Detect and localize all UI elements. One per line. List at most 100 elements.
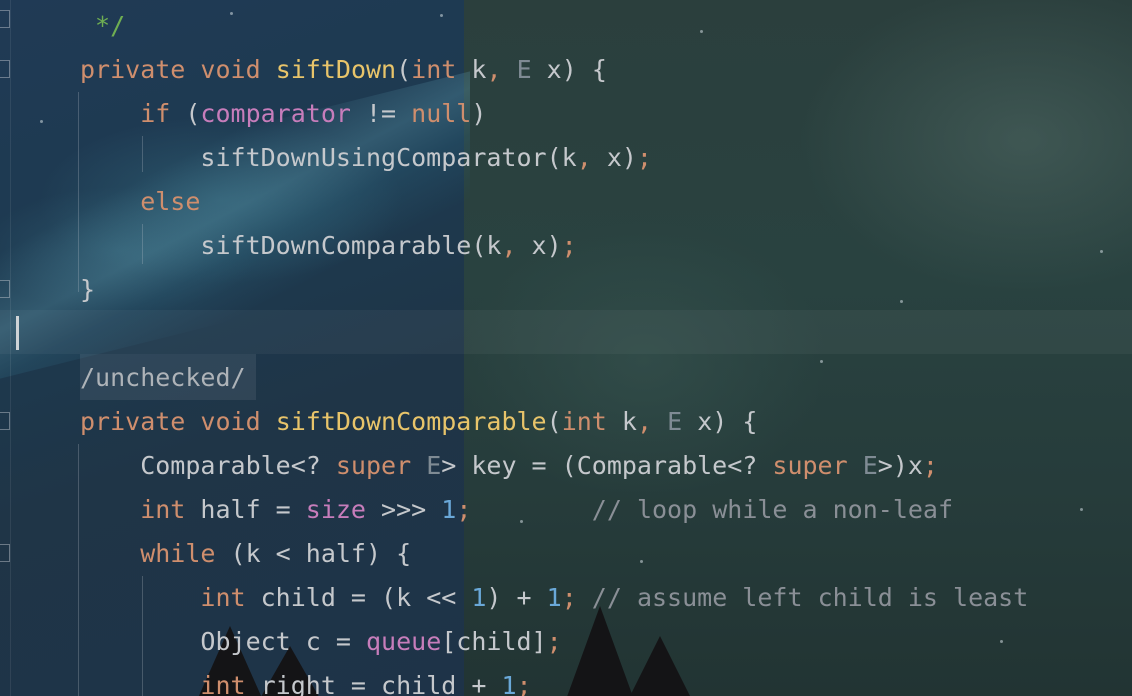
indent-guide xyxy=(78,444,79,696)
code-token: k xyxy=(621,407,637,436)
code-line[interactable]: /unchecked/ xyxy=(80,356,246,400)
code-token: ; xyxy=(922,451,938,480)
code-token: (k < half) { xyxy=(230,539,412,568)
star xyxy=(820,360,823,363)
code-line[interactable]: private void siftDownComparable(int k, E… xyxy=(80,400,757,444)
text-caret xyxy=(16,316,19,350)
code-token: void xyxy=(200,55,276,84)
code-token: ) xyxy=(471,99,487,128)
code-token: E xyxy=(426,451,442,480)
code-token: ) + xyxy=(486,583,547,612)
code-token: */ xyxy=(80,11,126,40)
code-token: comparator xyxy=(200,99,351,128)
code-token: super xyxy=(772,451,863,480)
code-token: x) xyxy=(531,231,562,260)
code-token: // loop while a non-leaf xyxy=(471,495,954,524)
code-token: != xyxy=(350,99,412,128)
code-token: E xyxy=(862,451,878,480)
code-token: , xyxy=(501,231,532,260)
star xyxy=(1000,640,1003,643)
code-token: , xyxy=(486,55,517,84)
code-line[interactable]: private void siftDown(int k, E x) { xyxy=(80,48,607,92)
code-token: k xyxy=(471,55,487,84)
code-token: siftDownUsingComparator(k xyxy=(80,143,577,172)
code-token: /unchecked/ xyxy=(80,363,246,392)
fold-marker-icon[interactable] xyxy=(0,544,10,562)
code-token: ( xyxy=(185,99,201,128)
fold-marker-icon[interactable] xyxy=(0,412,10,430)
star xyxy=(640,560,643,563)
star xyxy=(440,14,443,17)
code-token: void xyxy=(200,407,276,436)
code-token: int xyxy=(411,55,472,84)
code-token: ; xyxy=(456,495,472,524)
code-token: if xyxy=(80,99,186,128)
code-line[interactable]: */ xyxy=(80,4,125,48)
code-token: null xyxy=(411,99,472,128)
code-token: siftDownComparable(k xyxy=(80,231,502,260)
code-token: >>> xyxy=(366,495,442,524)
code-token: 1 xyxy=(471,583,487,612)
code-token: ; xyxy=(516,671,532,696)
code-token: else xyxy=(80,187,201,216)
code-line[interactable]: siftDownUsingComparator(k, x); xyxy=(80,136,652,180)
current-line-highlight xyxy=(0,310,1132,354)
code-line[interactable]: int right = child + 1; xyxy=(80,664,532,696)
code-token: ; xyxy=(546,627,562,656)
code-token: while xyxy=(80,539,231,568)
code-line[interactable]: } xyxy=(80,268,95,312)
code-token: siftDown xyxy=(275,55,397,84)
code-token: int xyxy=(80,583,261,612)
code-line[interactable]: else xyxy=(80,180,200,224)
code-token: x) { xyxy=(697,407,758,436)
star xyxy=(230,12,233,15)
code-line[interactable]: siftDownComparable(k, x); xyxy=(80,224,577,268)
code-editor[interactable]: */private void siftDown(int k, E x) { if… xyxy=(0,0,1132,696)
code-token: 1 xyxy=(501,671,517,696)
code-line[interactable]: int half = size >>> 1; // loop while a n… xyxy=(80,488,953,532)
code-line[interactable]: Object c = queue[child]; xyxy=(80,620,562,664)
code-token: private xyxy=(80,55,201,84)
fold-marker-icon[interactable] xyxy=(0,10,10,28)
code-token: int xyxy=(80,495,201,524)
star xyxy=(700,30,703,33)
wallpaper-spike xyxy=(620,636,700,696)
code-token: int xyxy=(80,671,261,696)
code-line[interactable]: if (comparator != null) xyxy=(80,92,486,136)
code-token: Object c = xyxy=(80,627,366,656)
code-token: , xyxy=(576,143,607,172)
code-token: right = child + xyxy=(260,671,502,696)
star xyxy=(1100,250,1103,253)
code-token: siftDownComparable xyxy=(275,407,547,436)
code-token: } xyxy=(80,275,96,304)
code-token: E xyxy=(667,407,698,436)
code-token: 1 xyxy=(441,495,457,524)
code-line[interactable]: int child = (k << 1) + 1; // assume left… xyxy=(80,576,1028,620)
code-token: ; xyxy=(636,143,652,172)
code-token: >)x xyxy=(877,451,923,480)
code-token: ; xyxy=(561,583,592,612)
fold-marker-icon[interactable] xyxy=(0,280,10,298)
code-token: queue xyxy=(365,627,442,656)
code-token: // assume left child is least xyxy=(591,583,1029,612)
code-token: [child] xyxy=(441,627,547,656)
code-token: half = xyxy=(200,495,306,524)
code-token: super xyxy=(335,451,427,480)
gutter[interactable] xyxy=(0,0,11,696)
star xyxy=(1080,508,1083,511)
code-line[interactable]: Comparable<? super E> key = (Comparable<… xyxy=(80,444,938,488)
code-token: child = (k << xyxy=(260,583,472,612)
code-line[interactable]: while (k < half) { xyxy=(80,532,411,576)
code-token: E xyxy=(516,55,547,84)
star xyxy=(900,300,903,303)
code-token: x) xyxy=(606,143,637,172)
fold-marker-icon[interactable] xyxy=(0,60,10,78)
code-token: 1 xyxy=(546,583,562,612)
code-token: ; xyxy=(561,231,577,260)
code-token: size xyxy=(305,495,366,524)
code-token: x) { xyxy=(546,55,607,84)
code-token: Comparable<? xyxy=(80,451,336,480)
indent-guide xyxy=(78,92,79,292)
code-token: int xyxy=(561,407,622,436)
code-token: ( xyxy=(546,407,562,436)
